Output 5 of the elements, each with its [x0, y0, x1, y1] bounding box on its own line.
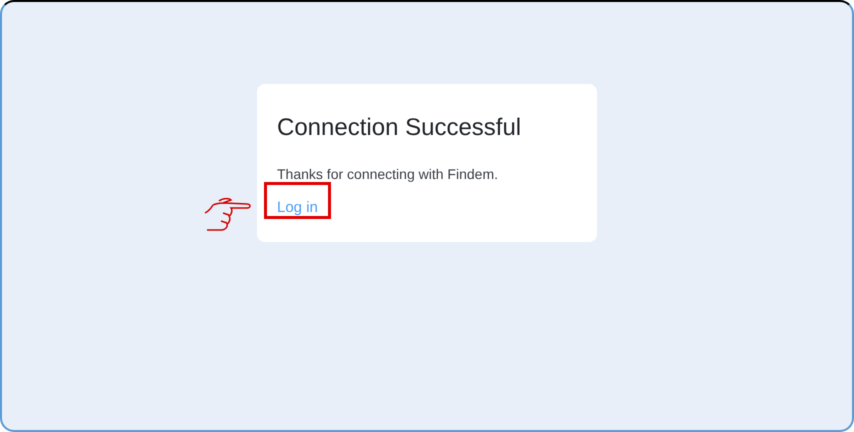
login-link[interactable]: Log in — [277, 199, 318, 216]
message: Thanks for connecting with Findem. — [277, 165, 499, 184]
card-title: Connection Successful — [277, 113, 522, 143]
highlight-box — [264, 182, 331, 219]
pointing-hand-icon — [203, 197, 253, 233]
